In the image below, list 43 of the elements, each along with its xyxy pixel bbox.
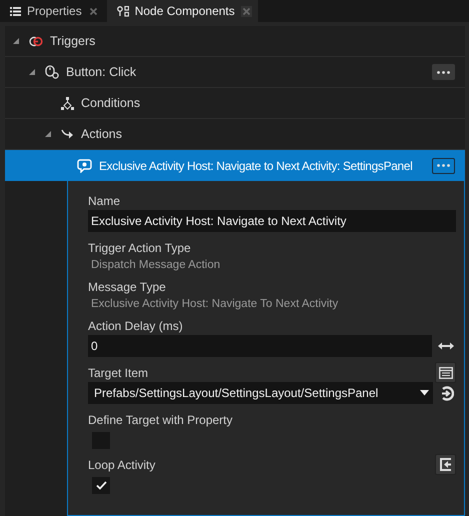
dots-icon bbox=[437, 70, 450, 74]
close-icon[interactable] bbox=[240, 6, 252, 16]
turn-arrow-icon bbox=[61, 128, 74, 140]
reset-icon[interactable] bbox=[439, 386, 454, 400]
property-label: Loop Activity bbox=[88, 458, 156, 472]
mouse-click-icon bbox=[45, 65, 59, 79]
tree-row[interactable]: Exclusive Activity Host: Navigate to Next Activity: SettingsPanel bbox=[5, 150, 465, 181]
bracket-arrow-icon bbox=[440, 458, 452, 471]
more-button[interactable] bbox=[432, 64, 455, 80]
message-icon bbox=[77, 158, 92, 172]
property-label: Target Item bbox=[88, 366, 148, 380]
property-value: Exclusive Activity Host: Navigate To Next Activity bbox=[90, 297, 340, 312]
picker-button[interactable] bbox=[435, 362, 456, 383]
property-label: Trigger Action Type bbox=[88, 240, 191, 254]
property-value: Dispatch Message Action bbox=[90, 258, 222, 273]
panel-tab[interactable]: Properties bbox=[0, 0, 105, 22]
tree-row[interactable]: Button: Click bbox=[5, 57, 465, 88]
text-field[interactable]: Exclusive Activity Host: Navigate to Next Activity bbox=[88, 210, 456, 232]
checkmark-icon bbox=[96, 481, 106, 490]
panel-tab[interactable]: Node Components bbox=[106, 0, 258, 22]
branch-icon bbox=[61, 96, 74, 110]
dots-icon bbox=[437, 164, 450, 167]
target-dropdown[interactable]: Prefabs/SettingsLayout/SettingsLayout/SettingsPanel bbox=[88, 382, 433, 404]
caret-icon bbox=[420, 390, 429, 396]
drag-arrows-icon[interactable] bbox=[438, 342, 454, 350]
expand-arrow-icon[interactable] bbox=[45, 131, 51, 137]
trigger-icon bbox=[29, 36, 43, 46]
expand-arrow-icon[interactable] bbox=[29, 69, 35, 75]
checkbox[interactable] bbox=[92, 477, 110, 494]
more-button[interactable] bbox=[432, 158, 455, 174]
list-icon bbox=[438, 366, 452, 378]
property-label: Define Target with Property bbox=[88, 412, 233, 426]
property-label: Message Type bbox=[88, 280, 166, 294]
tree-row[interactable]: Triggers bbox=[5, 26, 465, 57]
expand-arrow-icon[interactable] bbox=[13, 38, 19, 44]
property-label: Action Delay (ms) bbox=[88, 318, 183, 332]
text-field[interactable]: 0 bbox=[88, 335, 432, 357]
tree-row[interactable]: Conditions bbox=[5, 88, 465, 119]
close-icon[interactable] bbox=[88, 6, 99, 16]
property-label: Name bbox=[88, 194, 120, 208]
bind-button[interactable] bbox=[435, 454, 456, 475]
nodes-icon bbox=[116, 6, 129, 16]
list-icon bbox=[10, 6, 21, 16]
